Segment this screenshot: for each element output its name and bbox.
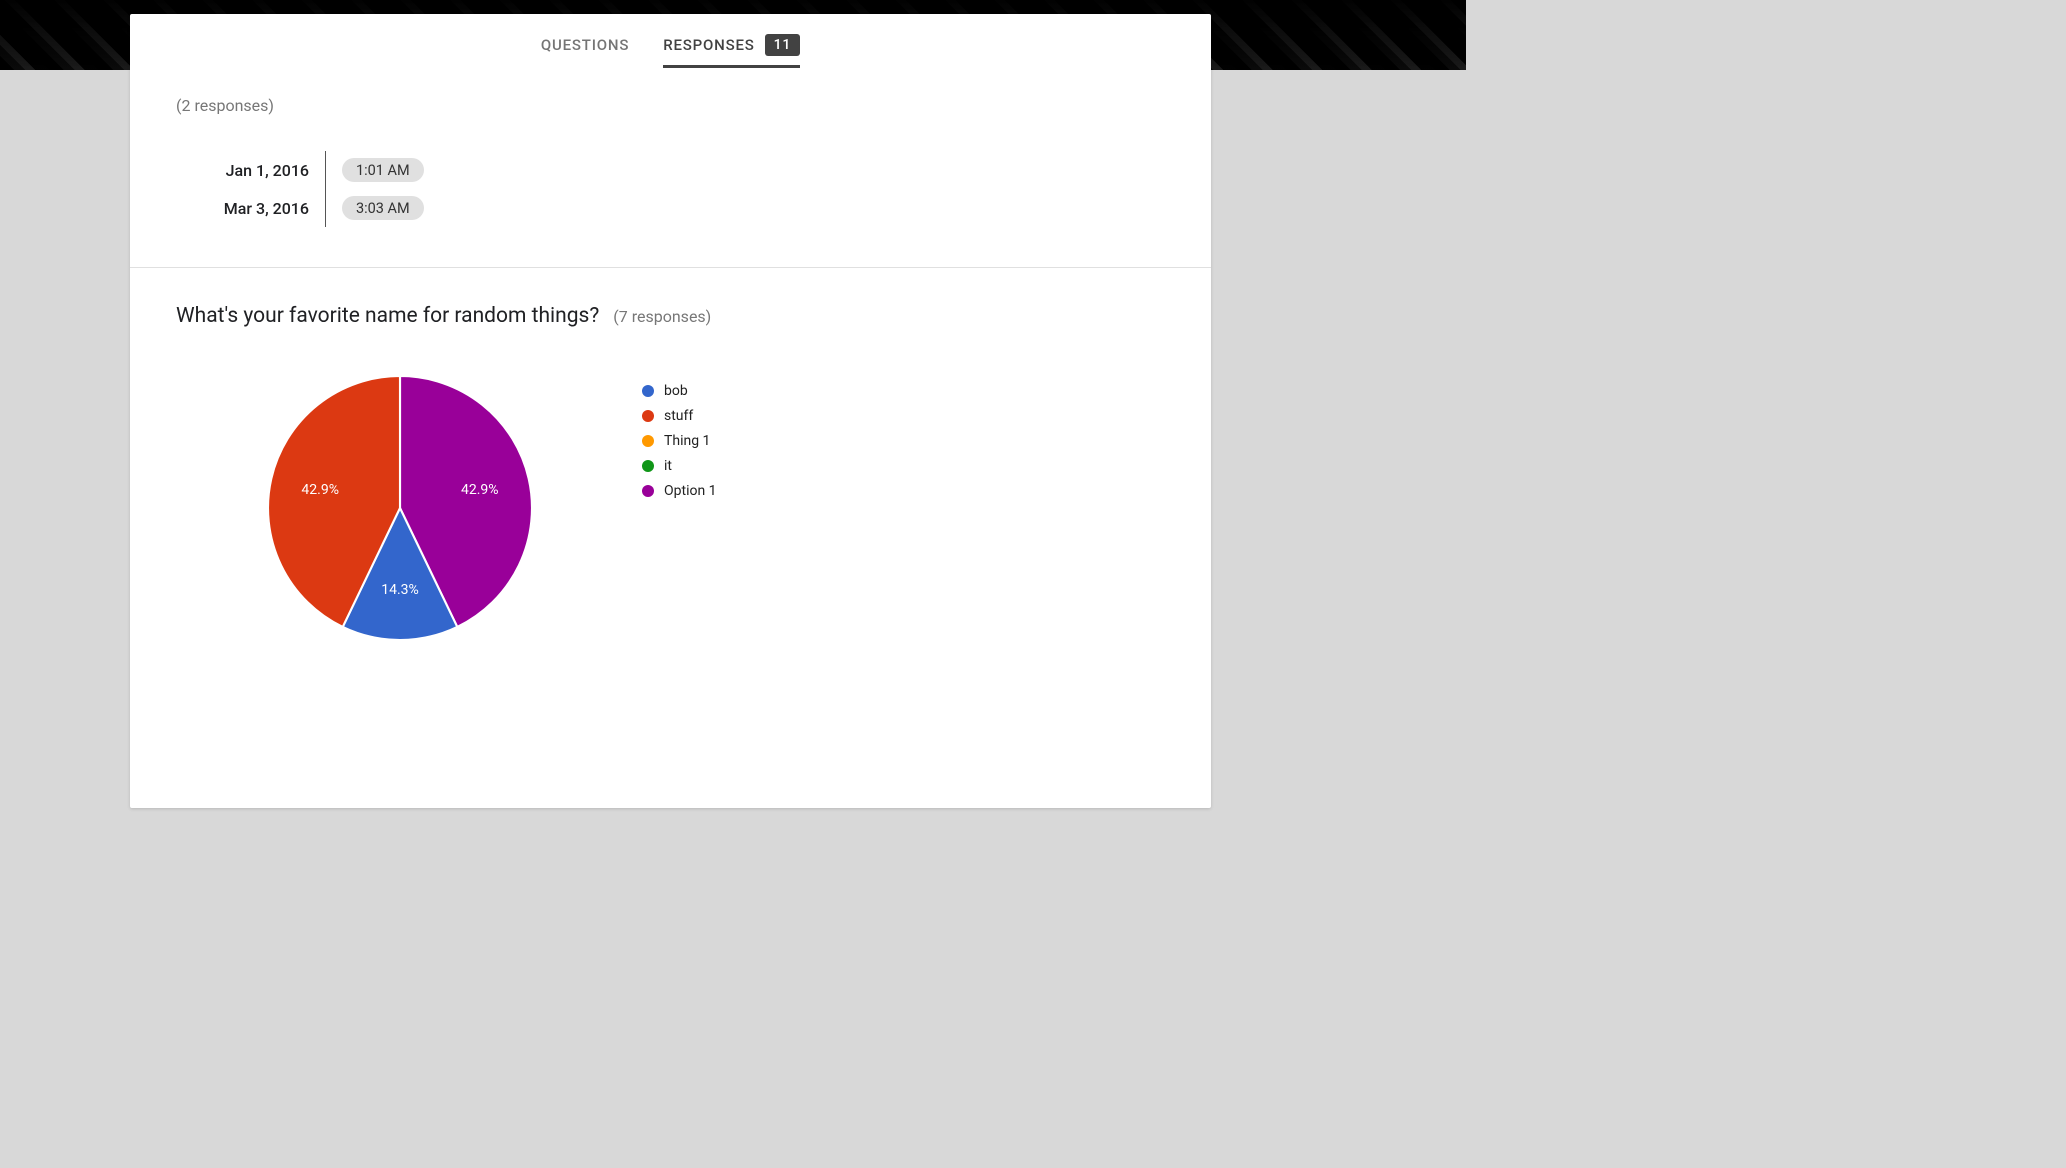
legend-color-dot <box>642 435 654 447</box>
pie-chart-area: 42.9%14.3%42.9% bob stuff Thing 1 it Option … <box>176 376 1165 640</box>
pie-chart[interactable]: 42.9%14.3%42.9% <box>268 376 532 640</box>
responses-card: QUESTIONS RESPONSES 11 (2 responses) Jan… <box>130 14 1211 808</box>
tab-questions[interactable]: QUESTIONS <box>541 20 629 68</box>
datetime-time-pill[interactable]: 1:01 AM <box>342 158 424 182</box>
legend-color-dot <box>642 385 654 397</box>
question-title: What's your favorite name for random thi… <box>176 304 599 328</box>
tab-questions-label: QUESTIONS <box>541 36 629 54</box>
legend-label: bob <box>664 383 688 399</box>
pie-question-section: What's your favorite name for random thi… <box>130 268 1211 660</box>
pie-svg <box>268 376 532 640</box>
datetime-summary-section: (2 responses) Jan 1, 2016 1:01 AM Mar 3,… <box>130 68 1211 267</box>
datetime-row: Mar 3, 2016 3:03 AM <box>166 189 1165 227</box>
datetime-row: Jan 1, 2016 1:01 AM <box>166 151 1165 189</box>
legend-color-dot <box>642 460 654 472</box>
tab-responses-label: RESPONSES <box>663 36 754 54</box>
tab-responses[interactable]: RESPONSES 11 <box>663 20 800 68</box>
tab-bar: QUESTIONS RESPONSES 11 <box>130 14 1211 68</box>
legend-color-dot <box>642 485 654 497</box>
legend-label: it <box>664 458 672 474</box>
question-response-count: (7 responses) <box>613 307 711 326</box>
legend-color-dot <box>642 410 654 422</box>
datetime-time-pill[interactable]: 3:03 AM <box>342 196 424 220</box>
legend-item[interactable]: Thing 1 <box>642 428 717 453</box>
datetime-date: Jan 1, 2016 <box>166 151 326 189</box>
legend-label: stuff <box>664 408 693 424</box>
datetime-rows: Jan 1, 2016 1:01 AM Mar 3, 2016 3:03 AM <box>166 151 1165 227</box>
datetime-date: Mar 3, 2016 <box>166 189 326 227</box>
legend-item[interactable]: stuff <box>642 403 717 428</box>
datetime-response-count: (2 responses) <box>176 96 1165 115</box>
legend-item[interactable]: it <box>642 453 717 478</box>
pie-legend: bob stuff Thing 1 it Option 1 <box>642 376 717 503</box>
legend-item[interactable]: Option 1 <box>642 478 717 503</box>
legend-item[interactable]: bob <box>642 378 717 403</box>
legend-label: Option 1 <box>664 483 717 499</box>
responses-count-badge: 11 <box>765 34 801 56</box>
legend-label: Thing 1 <box>664 433 710 449</box>
